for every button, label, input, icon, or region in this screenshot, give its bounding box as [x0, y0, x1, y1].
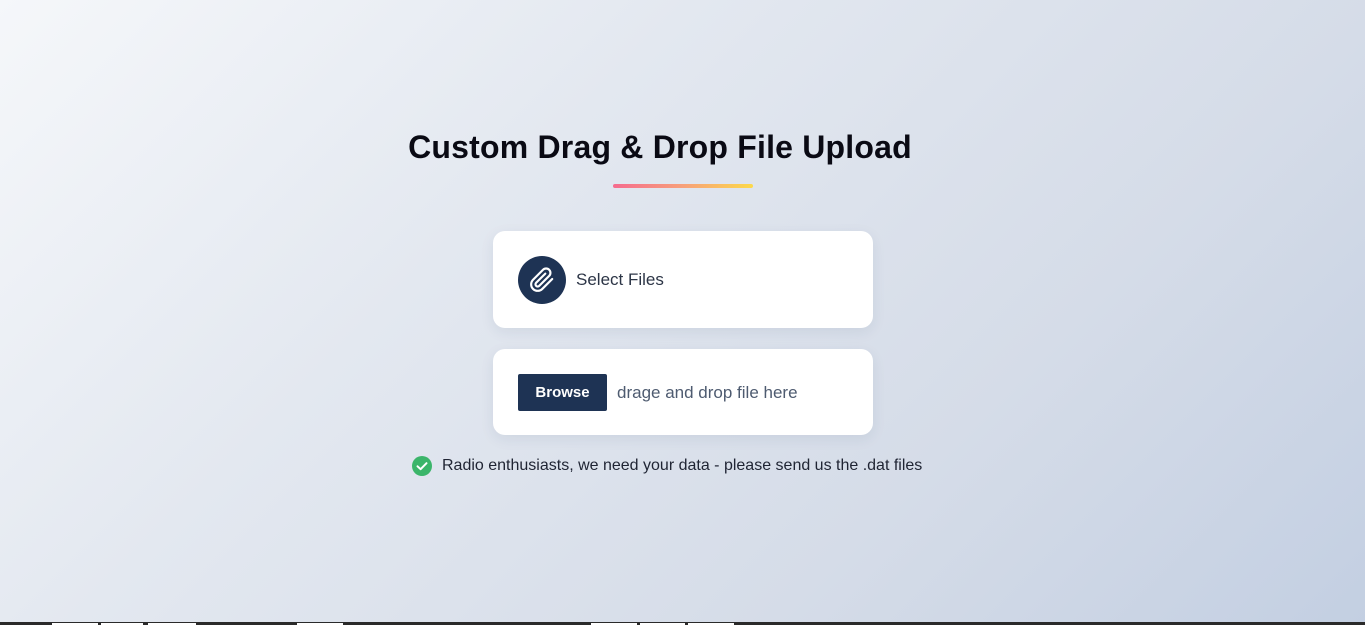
drop-zone[interactable]: Browse drage and drop file here [493, 349, 873, 435]
title-underline [613, 184, 753, 188]
drop-hint: drage and drop file here [617, 383, 798, 402]
paperclip-icon[interactable] [518, 256, 566, 304]
select-files-label[interactable]: Select Files [576, 270, 664, 290]
browse-button[interactable]: Browse [518, 374, 607, 411]
notice: Radio enthusiasts, we need your data - p… [412, 456, 922, 476]
notice-text: Radio enthusiasts, we need your data - p… [442, 457, 923, 474]
select-files-card[interactable]: Select Files [493, 231, 873, 328]
check-circle-icon [412, 456, 432, 476]
page-title: Custom Drag & Drop File Upload [408, 129, 912, 165]
